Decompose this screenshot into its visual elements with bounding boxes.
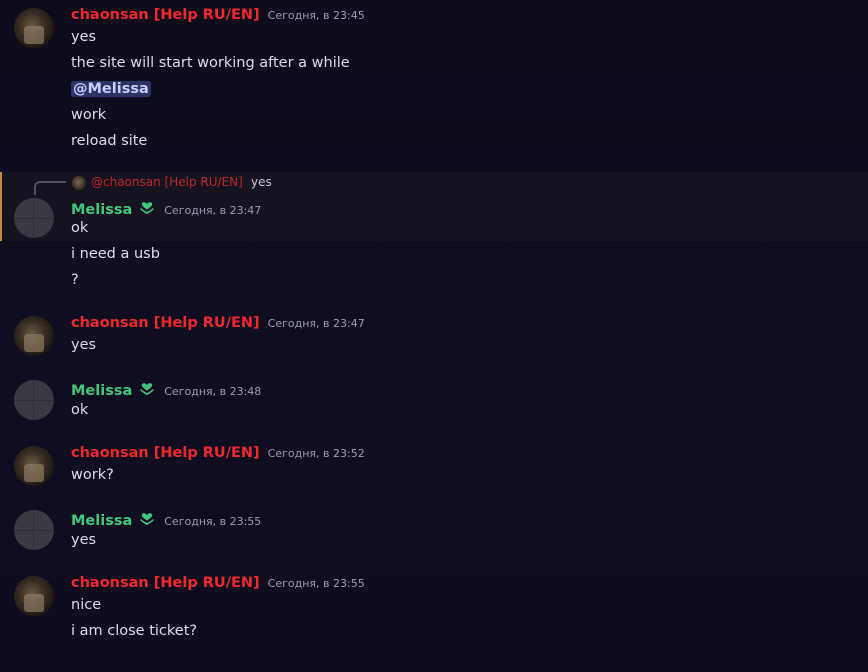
message-timestamp: Сегодня, в 23:47 <box>164 204 262 217</box>
reply-preview-text[interactable]: yes <box>251 175 272 189</box>
message-header: chaonsan [Help RU/EN] Сегодня, в 23:47 <box>71 315 365 331</box>
heart-hands-icon[interactable] <box>138 381 156 397</box>
author-name-melissa[interactable]: Melissa <box>71 383 132 399</box>
message-text: nice <box>71 597 102 613</box>
author-name-melissa[interactable]: Melissa <box>71 202 132 218</box>
message-text: work <box>71 107 107 123</box>
heart-hands-icon[interactable] <box>138 200 156 216</box>
author-name-chaonsan[interactable]: chaonsan [Help RU/EN] <box>71 445 260 461</box>
message-text: i am close ticket? <box>71 623 198 639</box>
chat-message-list: chaonsan [Help RU/EN] Сегодня, в 23:45 y… <box>0 0 868 672</box>
message-text: yes <box>71 337 97 353</box>
avatar-melissa[interactable] <box>14 380 54 420</box>
avatar-melissa[interactable] <box>14 510 54 550</box>
message-text: ok <box>71 402 89 418</box>
avatar-melissa[interactable] <box>14 198 54 238</box>
author-name-melissa[interactable]: Melissa <box>71 513 132 529</box>
message-text: i need a usb <box>71 246 160 262</box>
author-name-chaonsan[interactable]: chaonsan [Help RU/EN] <box>71 7 260 23</box>
author-name-chaonsan[interactable]: chaonsan [Help RU/EN] <box>71 315 260 331</box>
avatar-chaonsan[interactable] <box>14 446 54 486</box>
message-header: chaonsan [Help RU/EN] Сегодня, в 23:45 <box>71 7 365 23</box>
avatar-chaonsan[interactable] <box>14 8 54 48</box>
reply-author[interactable]: @chaonsan [Help RU/EN] <box>91 175 243 189</box>
message-text: the site will start working after a whil… <box>71 55 350 71</box>
message-timestamp: Сегодня, в 23:47 <box>267 317 365 330</box>
message-timestamp: Сегодня, в 23:45 <box>267 9 365 22</box>
message-header: Melissa Сегодня, в 23:55 <box>71 509 261 529</box>
message-text: yes <box>71 532 97 548</box>
message-text: ok <box>71 220 89 236</box>
reply-connector <box>34 181 66 195</box>
avatar-chaonsan[interactable] <box>14 316 54 356</box>
user-mention[interactable]: @Melissa <box>71 81 151 97</box>
message-timestamp: Сегодня, в 23:52 <box>267 447 365 460</box>
message-text: work? <box>71 467 114 483</box>
message-text: reload site <box>71 133 148 149</box>
avatar-chaonsan[interactable] <box>14 576 54 616</box>
message-header: chaonsan [Help RU/EN] Сегодня, в 23:55 <box>71 575 365 591</box>
author-name-chaonsan[interactable]: chaonsan [Help RU/EN] <box>71 575 260 591</box>
message-timestamp: Сегодня, в 23:55 <box>267 577 365 590</box>
message-text: @Melissa <box>71 81 151 97</box>
message-timestamp: Сегодня, в 23:55 <box>164 515 262 528</box>
message-header: chaonsan [Help RU/EN] Сегодня, в 23:52 <box>71 445 365 461</box>
message-header: Melissa Сегодня, в 23:47 <box>71 198 261 218</box>
heart-hands-icon[interactable] <box>138 511 156 527</box>
message-text: yes <box>71 29 97 45</box>
message-timestamp: Сегодня, в 23:48 <box>164 385 262 398</box>
message-text: ? <box>71 272 79 288</box>
message-header: Melissa Сегодня, в 23:48 <box>71 379 261 399</box>
reply-avatar[interactable] <box>72 176 86 190</box>
